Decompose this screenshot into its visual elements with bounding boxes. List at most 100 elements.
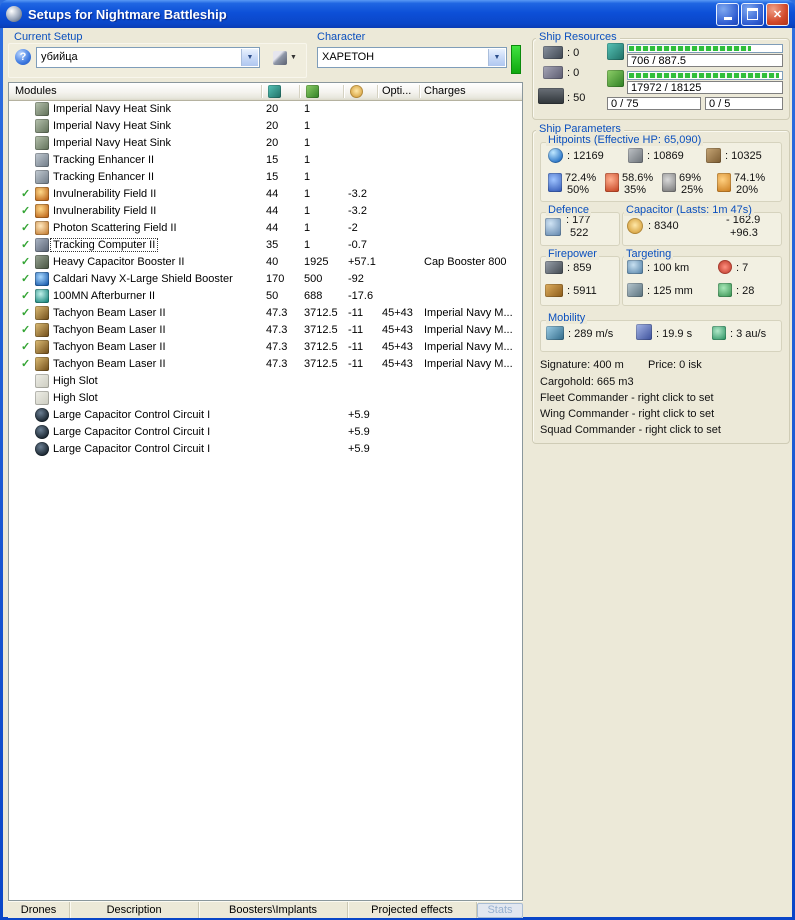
cpu-bar [627,44,783,53]
module-row[interactable]: Imperial Navy Heat Sink 20 1 [9,118,522,135]
module-row[interactable]: ✓ Tracking Computer II 35 1 -0.7 [9,237,522,254]
agility-icon [636,324,652,340]
app-icon [6,6,22,22]
module-cpu-value: 20 [266,137,279,149]
module-row[interactable]: ✓ Tachyon Beam Laser II 47.3 3712.5 -11 45+43… [9,305,522,322]
module-powergrid-value: 1 [304,239,311,251]
drone-bay-box: 0 / 75 [607,97,701,110]
module-cap-value: -11 [348,324,364,336]
close-button[interactable]: ✕ [766,2,789,26]
fitted-check-icon: ✓ [21,290,31,302]
sensor-strength-value: : 28 [736,285,755,297]
hammer-icon [273,50,288,65]
module-row[interactable]: Large Capacitor Control Circuit I +5.9 [9,424,522,441]
modules-table-header[interactable]: Modules Opti... Charges [9,83,522,101]
module-row[interactable]: ✓ Invulnerability Field II 44 1 -3.2 [9,186,522,203]
rig-icon [35,425,49,439]
defence-icon [545,218,561,236]
eft-window: Setups for Nightmare Battleship ✕ Curren… [0,0,795,920]
module-row[interactable]: ✓ Caldari Navy X-Large Shield Booster 170 5… [9,271,522,288]
tab-drones[interactable]: Drones [8,902,71,918]
tab-description[interactable]: Description [70,902,200,918]
modules-panel: Modules Opti... Charges Imperial Navy He… [8,82,523,901]
cpu-usage-value: 706 / 887.5 [631,54,687,67]
module-powergrid-value: 1 [304,188,311,200]
fitted-check-icon: ✓ [21,324,31,336]
setup-combobox[interactable]: убийца ▼ [36,47,260,68]
module-rows: Imperial Navy Heat Sink 20 1 Imperial Navy … [9,101,522,900]
tab-label: Projected effects [371,904,453,916]
module-row[interactable]: Large Capacitor Control Circuit I +5.9 [9,407,522,424]
module-row[interactable]: Large Capacitor Control Circuit I +5.9 [9,441,522,458]
tracking-computer-icon [35,238,49,252]
heat-sink-icon [35,102,49,116]
module-row[interactable]: Imperial Navy Heat Sink 20 1 [9,135,522,152]
module-name: Invulnerability Field II [53,188,157,200]
maximize-button[interactable] [741,2,764,26]
speed-icon [546,326,564,340]
targeting-range-icon [627,260,643,274]
kinetic-shield-resist: 69% [679,172,702,184]
module-cpu-value: 44 [266,205,279,217]
module-row[interactable]: ✓ Heavy Capacitor Booster II 40 1925 +57.1 Ca… [9,254,522,271]
module-cap-value: -3.2 [348,188,367,200]
warp-speed-value: : 3 au/s [730,328,767,340]
module-row[interactable]: ✓ Tachyon Beam Laser II 47.3 3712.5 -11 45+43… [9,339,522,356]
em-armor-resist: 50% [567,184,590,196]
module-row[interactable]: ✓ 100MN Afterburner II 50 688 -17.6 [9,288,522,305]
module-row[interactable]: Imperial Navy Heat Sink 20 1 [9,101,522,118]
shield-icon [548,148,563,163]
module-charges-value: Imperial Navy M... [424,307,513,319]
module-row[interactable]: ✓ Photon Scattering Field II 44 1 -2 [9,220,522,237]
module-row[interactable]: Tracking Enhancer II 15 1 [9,152,522,169]
module-cap-value: +5.9 [348,426,370,438]
capacitor-label: Capacitor (Lasts: 1m 47s) [624,204,754,216]
module-name: Tachyon Beam Laser II [53,358,166,370]
module-name: Tachyon Beam Laser II [53,324,166,336]
module-row[interactable]: High Slot [9,390,522,407]
setup-tools-button[interactable]: ▼ [266,47,304,68]
module-cap-value: +57.1 [348,256,376,268]
dropdown-arrow-icon[interactable]: ▼ [488,49,505,66]
fleet-commander-slot[interactable]: Fleet Commander - right click to set [540,392,714,404]
align-time-value: : 19.9 s [656,328,693,340]
module-cpu-value: 50 [266,290,279,302]
character-combobox[interactable]: ХАРЕТОН ▼ [317,47,507,68]
title-bar[interactable]: Setups for Nightmare Battleship ✕ [0,0,795,28]
squad-commander-slot[interactable]: Squad Commander - right click to set [540,424,721,436]
beam-laser-icon [35,323,49,337]
tab-projected-effects[interactable]: Projected effects [348,902,478,918]
module-name: Tachyon Beam Laser II [53,307,166,319]
wing-commander-slot[interactable]: Wing Commander - right click to set [540,408,714,420]
module-cpu-value: 44 [266,188,279,200]
cpu-usage-box: 706 / 887.5 [627,54,783,67]
module-powergrid-value: 500 [304,273,323,285]
targeting-range-value: : 100 km [647,262,690,274]
module-row[interactable]: ✓ Tachyon Beam Laser II 47.3 3712.5 -11 45+43… [9,322,522,339]
module-cap-value: -11 [348,307,364,319]
dropdown-arrow-icon[interactable]: ▼ [241,49,258,66]
module-row[interactable]: ✓ Tachyon Beam Laser II 47.3 3712.5 -11 45+43… [9,356,522,373]
help-icon[interactable]: ? [15,49,31,65]
drones-value: 0 / 5 [709,97,731,110]
warp-speed-icon [712,326,726,340]
module-charges-value: Imperial Navy M... [424,358,513,370]
powergrid-column-icon [306,85,319,98]
column-separator [419,85,420,98]
fitted-check-icon: ✓ [21,341,31,353]
beam-laser-icon [35,340,49,354]
tab-stats[interactable]: Stats [477,902,524,918]
module-charges-value: Cap Booster 800 [424,256,507,268]
minimize-button[interactable] [716,2,739,26]
opti-column-header: Opti... [382,85,412,97]
module-row[interactable]: Tracking Enhancer II 15 1 [9,169,522,186]
cpu-icon [607,43,624,60]
tab-boosters-implants[interactable]: Boosters\Implants [199,902,348,918]
module-cpu-value: 47.3 [266,307,288,319]
module-name: Large Capacitor Control Circuit I [53,426,211,438]
module-row[interactable]: ✓ Invulnerability Field II 44 1 -3.2 [9,203,522,220]
module-row[interactable]: High Slot [9,373,522,390]
module-optimal-value: 45+43 [382,341,413,353]
firepower-label: Firepower [546,248,599,260]
sensor-strength-icon [718,283,732,297]
